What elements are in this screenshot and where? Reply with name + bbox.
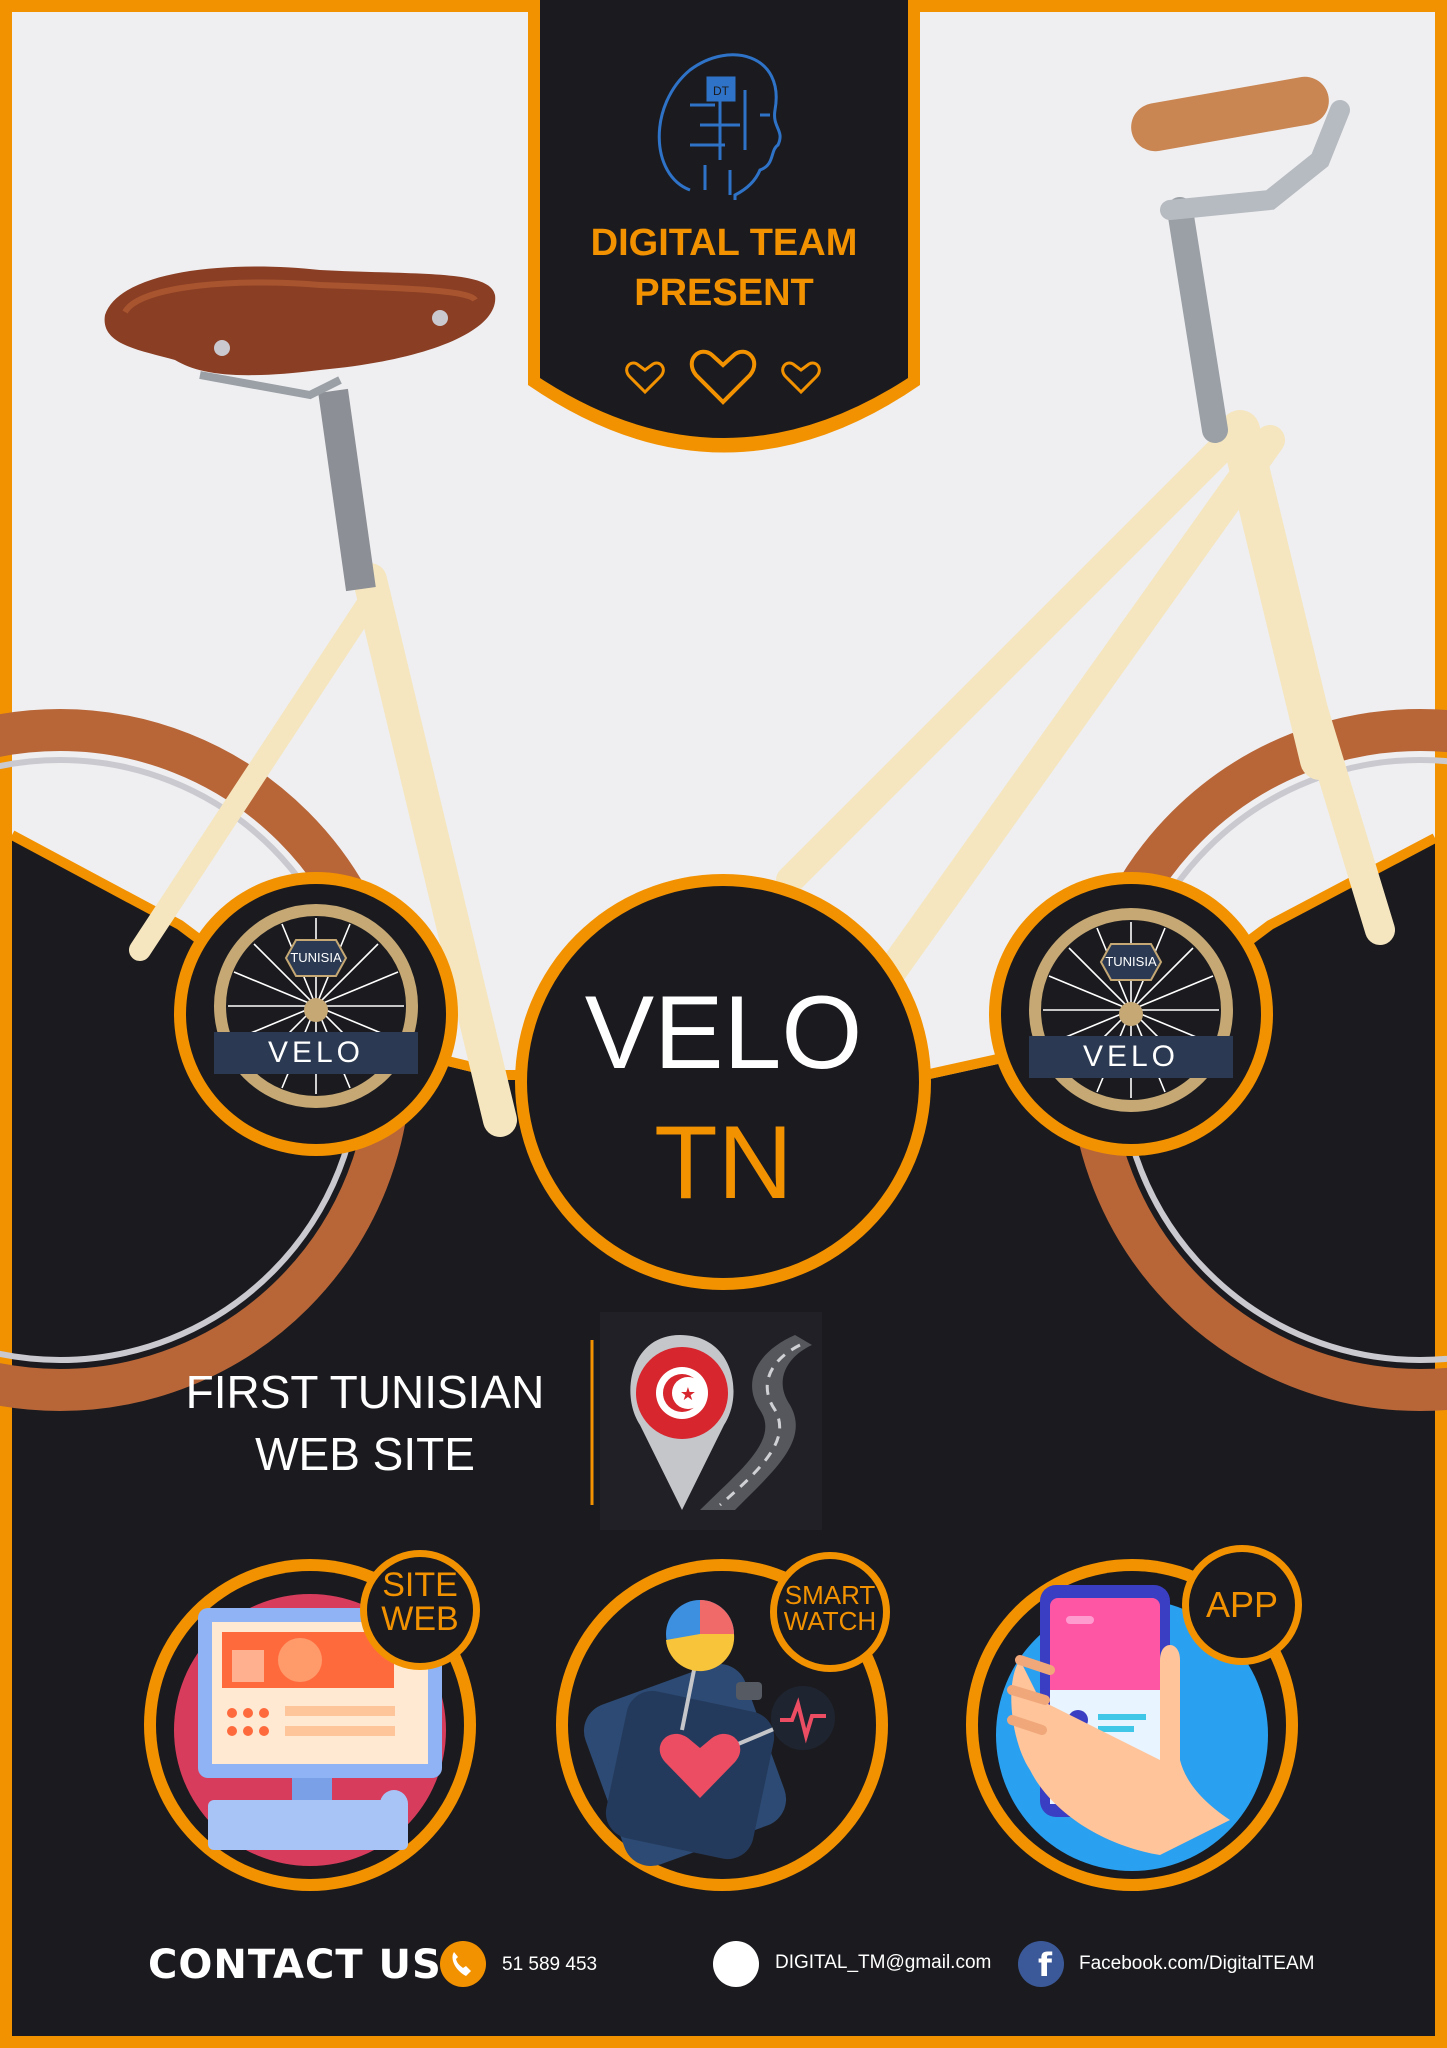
poster: DT DIGITAL TEAM PRESENT VELO TN TUNISIA … (0, 0, 1447, 2048)
facebook-icon: f (1018, 1941, 1064, 1987)
contact-email[interactable]: DIGITAL_TM@gmail.com (775, 1951, 991, 1975)
contact-facebook[interactable]: Facebook.com/DigitalTEAM (1079, 1952, 1314, 1976)
phone-icon (440, 1941, 486, 1987)
email-icon (713, 1941, 759, 1987)
contact-phone[interactable]: 51 589 453 (502, 1953, 597, 1977)
contact-icons: f (440, 1941, 1064, 1987)
svg-text:f: f (1038, 1946, 1053, 1984)
